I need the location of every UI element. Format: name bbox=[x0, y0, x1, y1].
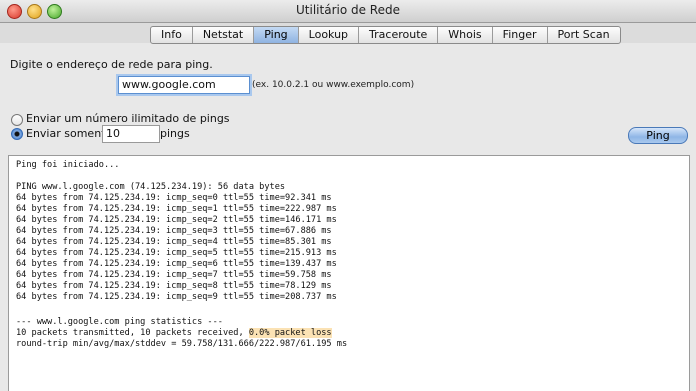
output-reply-line: 64 bytes from 74.125.234.19: icmp_seq=8 … bbox=[16, 281, 332, 291]
limited-pings-radio[interactable] bbox=[11, 128, 23, 140]
output-reply-line: 64 bytes from 74.125.234.19: icmp_seq=7 … bbox=[16, 270, 332, 280]
ping-button[interactable]: Ping bbox=[628, 127, 688, 144]
limited-pings-label[interactable]: Enviar somente bbox=[26, 127, 112, 140]
ping-output[interactable]: Ping foi iniciado... PING www.l.google.c… bbox=[8, 155, 690, 391]
address-example-hint: (ex. 10.0.2.1 ou www.exemplo.com) bbox=[252, 80, 415, 90]
ping-count-suffix: pings bbox=[160, 127, 190, 140]
tab-finger[interactable]: Finger bbox=[493, 27, 548, 43]
output-reply-line: 64 bytes from 74.125.234.19: icmp_seq=4 … bbox=[16, 237, 332, 247]
title-bar: Utilitário de Rede bbox=[0, 0, 696, 23]
output-reply-line: 64 bytes from 74.125.234.19: icmp_seq=1 … bbox=[16, 204, 337, 214]
address-input[interactable]: www.google.com bbox=[118, 76, 250, 94]
output-stats-header: --- www.l.google.com ping statistics --- bbox=[16, 317, 223, 327]
output-reply-line: 64 bytes from 74.125.234.19: icmp_seq=6 … bbox=[16, 259, 337, 269]
output-reply-line: 64 bytes from 74.125.234.19: icmp_seq=3 … bbox=[16, 226, 332, 236]
tab-netstat[interactable]: Netstat bbox=[193, 27, 255, 43]
output-stats-line: 10 packets transmitted, 10 packets recei… bbox=[16, 328, 332, 338]
unlimited-pings-radio[interactable] bbox=[11, 114, 23, 126]
output-reply-line: 64 bytes from 74.125.234.19: icmp_seq=0 … bbox=[16, 193, 332, 203]
output-reply-line: 64 bytes from 74.125.234.19: icmp_seq=5 … bbox=[16, 248, 337, 258]
packet-loss-highlight: 0.0% packet loss bbox=[248, 328, 332, 338]
ping-count-input[interactable]: 10 bbox=[102, 125, 160, 143]
output-rtt-line: round-trip min/avg/max/stddev = 59.758/1… bbox=[16, 339, 348, 349]
tab-info[interactable]: Info bbox=[151, 27, 193, 43]
tab-lookup[interactable]: Lookup bbox=[299, 27, 360, 43]
tab-port-scan[interactable]: Port Scan bbox=[548, 27, 620, 43]
address-prompt: Digite o endereço de rede para ping. bbox=[10, 58, 213, 71]
tab-traceroute[interactable]: Traceroute bbox=[359, 27, 439, 43]
window-title: Utilitário de Rede bbox=[296, 3, 400, 17]
unlimited-pings-label[interactable]: Enviar um número ilimitado de pings bbox=[26, 112, 230, 125]
output-packets-summary: 10 packets transmitted, 10 packets recei… bbox=[16, 328, 249, 338]
tab-whois[interactable]: Whois bbox=[438, 27, 493, 43]
tab-ping[interactable]: Ping bbox=[254, 27, 299, 43]
output-header-line: PING www.l.google.com (74.125.234.19): 5… bbox=[16, 182, 286, 192]
output-reply-line: 64 bytes from 74.125.234.19: icmp_seq=9 … bbox=[16, 292, 337, 302]
output-reply-line: 64 bytes from 74.125.234.19: icmp_seq=2 … bbox=[16, 215, 337, 225]
output-started-line: Ping foi iniciado... bbox=[16, 160, 120, 170]
tab-bar: Info Netstat Ping Lookup Traceroute Whoi… bbox=[150, 26, 621, 44]
